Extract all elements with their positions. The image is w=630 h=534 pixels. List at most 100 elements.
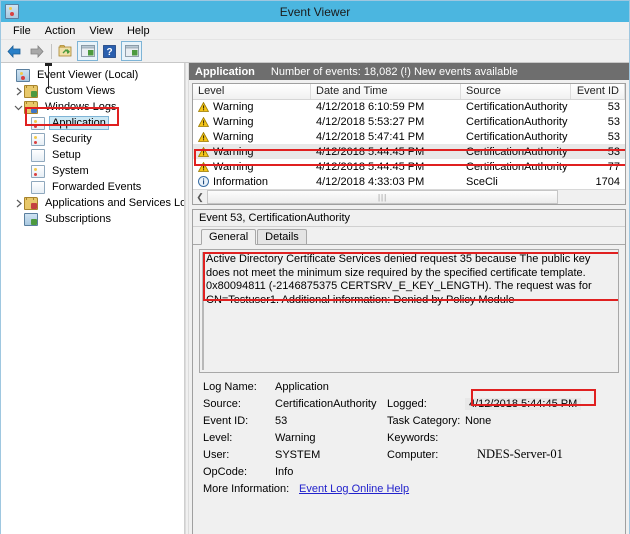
event-details-title: Event 53, CertificationAuthority <box>193 210 625 227</box>
chevron-right-icon[interactable] <box>13 199 24 208</box>
show-hide-console-tree-icon[interactable] <box>77 41 98 61</box>
back-arrow-icon[interactable] <box>4 41 25 61</box>
warning-icon <box>198 162 209 172</box>
warning-icon <box>198 102 209 112</box>
tree-item-event-viewer-local[interactable]: Event Viewer (Local) <box>1 67 184 83</box>
column-header-date-and-time[interactable]: Date and Time <box>311 84 461 99</box>
log-name-label: Log Name: <box>203 381 275 393</box>
event-message-box: Active Directory Certificate Services de… <box>199 249 619 373</box>
tree-item-windows-logs[interactable]: Windows Logs <box>1 99 184 115</box>
cell-source: SceCli <box>461 176 571 188</box>
folder-blue-icon <box>24 101 38 114</box>
event-list: Level Date and Time Source Event ID Warn… <box>192 83 626 205</box>
log-plain-icon <box>31 149 45 162</box>
tree-item-label: System <box>49 165 92 177</box>
tree-item-applications-and-services-logs[interactable]: Applications and Services Logs <box>1 195 184 211</box>
cell-source: CertificationAuthority <box>461 131 571 143</box>
console-tree-pane: Event Viewer (Local) Custom Views Window… <box>1 63 185 534</box>
table-row[interactable]: Warning 4/12/2018 5:44:45 PM Certificati… <box>193 159 625 174</box>
level-text: Warning <box>213 101 254 113</box>
level-text: Warning <box>213 146 254 158</box>
tree-item-label: Security <box>49 133 95 145</box>
table-row[interactable]: Warning 4/12/2018 6:10:59 PM Certificati… <box>193 100 625 115</box>
field-row-log-name: Log Name: Application <box>203 378 625 395</box>
cell-level: Warning <box>193 146 311 158</box>
log-name-label: Application <box>195 66 255 78</box>
warning-icon <box>198 132 209 142</box>
event-fields: Log Name: Application Source: Certificat… <box>193 373 625 534</box>
logged-value: 4/12/2018 5:44:45 PM <box>465 398 581 410</box>
event-message-text: Active Directory Certificate Services de… <box>200 250 618 310</box>
message-left-rule <box>202 252 204 370</box>
tree-item-system[interactable]: System <box>1 163 184 179</box>
tree-item-setup[interactable]: Setup <box>1 147 184 163</box>
table-row[interactable]: Information 4/12/2018 4:33:03 PM SceCli … <box>193 174 625 189</box>
window-title: Event Viewer <box>1 5 629 19</box>
column-header-event-id[interactable]: Event ID <box>571 84 625 99</box>
menu-action[interactable]: Action <box>38 24 83 38</box>
menu-help[interactable]: Help <box>120 24 157 38</box>
up-folder-icon[interactable] <box>55 41 76 61</box>
forward-arrow-icon[interactable] <box>26 41 47 61</box>
cell-level: Warning <box>193 131 311 143</box>
scrollbar-thumb[interactable]: ||| <box>207 190 558 204</box>
table-row[interactable]: Warning 4/12/2018 5:47:41 PM Certificati… <box>193 130 625 145</box>
field-row-user-computer: User: SYSTEM Computer: NDES-Server-01 <box>203 446 625 463</box>
tab-general[interactable]: General <box>201 229 256 245</box>
level-text: Information <box>213 176 268 188</box>
cell-event-id: 53 <box>571 101 625 113</box>
task-category-label: Task Category: <box>387 415 465 427</box>
cell-source: CertificationAuthority <box>461 116 571 128</box>
field-row-more-information: More Information: Event Log Online Help <box>203 480 625 497</box>
cell-event-id: 77 <box>571 161 625 173</box>
table-row[interactable]: Warning 4/12/2018 5:53:27 PM Certificati… <box>193 115 625 130</box>
opcode-label: OpCode: <box>203 466 275 478</box>
tree-item-custom-views[interactable]: Custom Views <box>1 83 184 99</box>
tree-item-label: Event Viewer (Local) <box>34 69 141 81</box>
logged-label: Logged: <box>387 398 465 410</box>
column-header-level[interactable]: Level <box>193 84 311 99</box>
show-hide-action-pane-icon[interactable] <box>121 41 142 61</box>
event-log-online-help-link[interactable]: Event Log Online Help <box>291 483 409 495</box>
opcode-value: Info <box>275 466 387 478</box>
event-id-label: Event ID: <box>203 415 275 427</box>
cell-event-id: 53 <box>571 131 625 143</box>
folder-red-icon <box>24 197 38 210</box>
tree-item-application[interactable]: Application <box>1 115 184 131</box>
cell-date: 4/12/2018 5:47:41 PM <box>311 131 461 143</box>
cell-date: 4/12/2018 5:44:45 PM <box>311 161 461 173</box>
events-count-status: Number of events: 18,082 (!) New events … <box>271 66 518 78</box>
tree-item-security[interactable]: Security <box>1 131 184 147</box>
field-row-opcode: OpCode: Info <box>203 463 625 480</box>
cell-level: Warning <box>193 116 311 128</box>
menu-bar: File Action View Help <box>1 22 629 40</box>
menu-view[interactable]: View <box>82 24 120 38</box>
menu-file[interactable]: File <box>6 24 38 38</box>
cell-event-id: 53 <box>571 146 625 158</box>
table-row-selected[interactable]: Warning 4/12/2018 5:44:45 PM Certificati… <box>193 144 625 159</box>
toolbar: ? <box>1 40 629 63</box>
chevron-down-icon[interactable] <box>13 104 24 111</box>
help-icon[interactable]: ? <box>99 41 120 61</box>
level-text: Warning <box>213 161 254 173</box>
horizontal-scrollbar[interactable]: ❮ ||| <box>193 189 625 204</box>
tree-item-forwarded-events[interactable]: Forwarded Events <box>1 179 184 195</box>
event-list-header: Level Date and Time Source Event ID <box>193 84 625 100</box>
logged-value-wrap: 4/12/2018 5:44:45 PM <box>465 398 625 410</box>
scroll-left-arrow-icon[interactable]: ❮ <box>193 190 207 204</box>
title-bar: Event Viewer <box>1 1 629 22</box>
scrollbar-track[interactable]: ||| <box>207 190 625 204</box>
log-status-bar: Application Number of events: 18,082 (!)… <box>189 63 629 80</box>
user-value: SYSTEM <box>275 449 387 461</box>
chevron-right-icon[interactable] <box>13 87 24 96</box>
log-icon <box>31 117 45 130</box>
cell-level: Warning <box>193 101 311 113</box>
svg-text:?: ? <box>106 47 112 58</box>
tab-details[interactable]: Details <box>257 229 307 244</box>
tree-item-label: Application <box>49 116 109 130</box>
log-pane: Application Number of events: 18,082 (!)… <box>189 63 629 534</box>
mouse-caret-artifact <box>48 63 49 89</box>
column-header-source[interactable]: Source <box>461 84 571 99</box>
main-content: Event Viewer (Local) Custom Views Window… <box>1 63 629 534</box>
tree-item-subscriptions[interactable]: Subscriptions <box>1 211 184 227</box>
